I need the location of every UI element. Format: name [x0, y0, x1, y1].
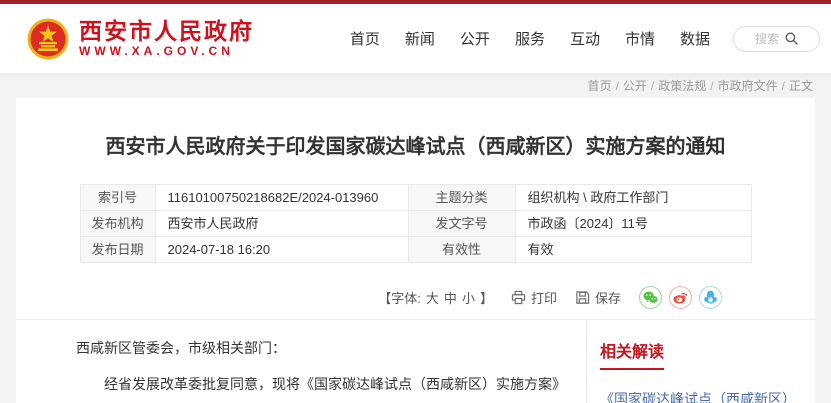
nav-item-open[interactable]: 公开 [460, 28, 490, 49]
share-wechat-button[interactable] [639, 286, 662, 309]
font-size-chooser: 【字体: 大 中 小 】 [378, 288, 493, 307]
breadcrumb-current: 正文 [789, 79, 813, 93]
national-emblem-icon [27, 18, 69, 60]
nav-item-service[interactable]: 服务 [515, 28, 545, 49]
meta-label-publish-date: 发布日期 [80, 237, 155, 263]
related-heading-underline [600, 368, 664, 370]
document-meta-table: 索引号 11610100750218682E/2024-013960 主题分类 … [80, 184, 752, 263]
related-policy-link[interactable]: 《国家碳达峰试点（西咸新区）实施方案》政策解读 [600, 386, 799, 403]
site-name: 西安市人民政府 [79, 19, 254, 44]
site-header: 西安市人民政府 WWW.XA.GOV.CN 首页 新闻 公开 服务 互动 市情 … [0, 4, 831, 74]
article-paragraph-salutation: 西咸新区管委会，市级相关部门： [76, 334, 562, 362]
breadcrumb-policy[interactable]: 政策法规 [658, 79, 706, 93]
meta-label-issuing-agency: 发布机构 [80, 211, 155, 237]
main-nav: 首页 新闻 公开 服务 互动 市情 数据 [350, 28, 710, 49]
nav-item-city[interactable]: 市情 [625, 28, 655, 49]
table-row: 发布日期 2024-07-18 16:20 有效性 有效 [80, 237, 751, 263]
share-buttons [639, 286, 722, 309]
font-size-small[interactable]: 小 [462, 288, 475, 307]
table-row: 索引号 11610100750218682E/2024-013960 主题分类 … [80, 185, 751, 211]
search-placeholder: 搜索 [755, 30, 779, 47]
nav-item-news[interactable]: 新闻 [405, 28, 435, 49]
meta-label-validity: 有效性 [408, 237, 515, 263]
site-logo[interactable]: 西安市人民政府 WWW.XA.GOV.CN [27, 18, 254, 60]
breadcrumb: 首页 / 公开 / 政策法规 / 市政府文件 / 正文 [0, 74, 831, 98]
nav-item-interact[interactable]: 互动 [570, 28, 600, 49]
search-input[interactable]: 搜索 [733, 26, 820, 52]
search-icon [785, 32, 798, 45]
print-label: 打印 [531, 288, 557, 307]
wechat-icon [643, 291, 658, 304]
save-button[interactable]: 保存 [575, 288, 621, 307]
breadcrumb-open[interactable]: 公开 [623, 79, 647, 93]
printer-icon [511, 290, 526, 305]
article-card: 西安市人民政府关于印发国家碳达峰试点（西咸新区）实施方案的通知 索引号 1161… [16, 98, 815, 403]
meta-value-publish-date: 2024-07-18 16:20 [155, 237, 408, 263]
share-qq-button[interactable] [699, 286, 722, 309]
weibo-icon [673, 291, 688, 304]
breadcrumb-separator: / [782, 79, 785, 93]
article-toolbar: 【字体: 大 中 小 】 打印 保存 [16, 285, 815, 309]
breadcrumb-separator: / [710, 79, 713, 93]
font-size-large[interactable]: 大 [426, 288, 439, 307]
qq-icon [704, 290, 717, 304]
share-weibo-button[interactable] [669, 286, 692, 309]
meta-value-topic-category: 组织机构 \ 政府工作部门 [515, 185, 751, 211]
nav-item-data[interactable]: 数据 [680, 28, 710, 49]
font-chooser-prefix: 【字体: [378, 288, 421, 307]
meta-value-issuing-agency: 西安市人民政府 [155, 211, 408, 237]
save-icon [575, 290, 590, 305]
meta-label-index-number: 索引号 [80, 185, 155, 211]
font-chooser-suffix: 】 [480, 288, 493, 307]
related-interpretation-panel: 相关解读 《国家碳达峰试点（西咸新区）实施方案》政策解读 [586, 320, 815, 403]
article-body-row: 西咸新区管委会，市级相关部门： 经省发展改革委批复同意，现将《国家碳达峰试点（西… [16, 320, 815, 403]
article-paragraph-main: 经省发展改革委批复同意，现将《国家碳达峰试点（西咸新区）实施方案》印发给你们，请… [76, 370, 562, 403]
site-url: WWW.XA.GOV.CN [79, 44, 254, 59]
site-title-block: 西安市人民政府 WWW.XA.GOV.CN [79, 19, 254, 59]
breadcrumb-separator: / [616, 79, 619, 93]
meta-label-topic-category: 主题分类 [408, 185, 515, 211]
related-heading: 相关解读 [600, 338, 799, 362]
page-title: 西安市人民政府关于印发国家碳达峰试点（西咸新区）实施方案的通知 [16, 98, 815, 159]
save-label: 保存 [595, 288, 621, 307]
meta-label-doc-number: 发文字号 [408, 211, 515, 237]
print-button[interactable]: 打印 [511, 288, 557, 307]
breadcrumb-city-docs[interactable]: 市政府文件 [718, 79, 778, 93]
meta-value-index-number: 11610100750218682E/2024-013960 [155, 185, 408, 211]
breadcrumb-home[interactable]: 首页 [588, 79, 612, 93]
article-body: 西咸新区管委会，市级相关部门： 经省发展改革委批复同意，现将《国家碳达峰试点（西… [16, 320, 586, 403]
meta-value-doc-number: 市政函〔2024〕11号 [515, 211, 751, 237]
meta-value-validity: 有效 [515, 237, 751, 263]
table-row: 发布机构 西安市人民政府 发文字号 市政函〔2024〕11号 [80, 211, 751, 237]
font-size-medium[interactable]: 中 [444, 288, 457, 307]
nav-item-home[interactable]: 首页 [350, 28, 380, 49]
breadcrumb-separator: / [651, 79, 654, 93]
